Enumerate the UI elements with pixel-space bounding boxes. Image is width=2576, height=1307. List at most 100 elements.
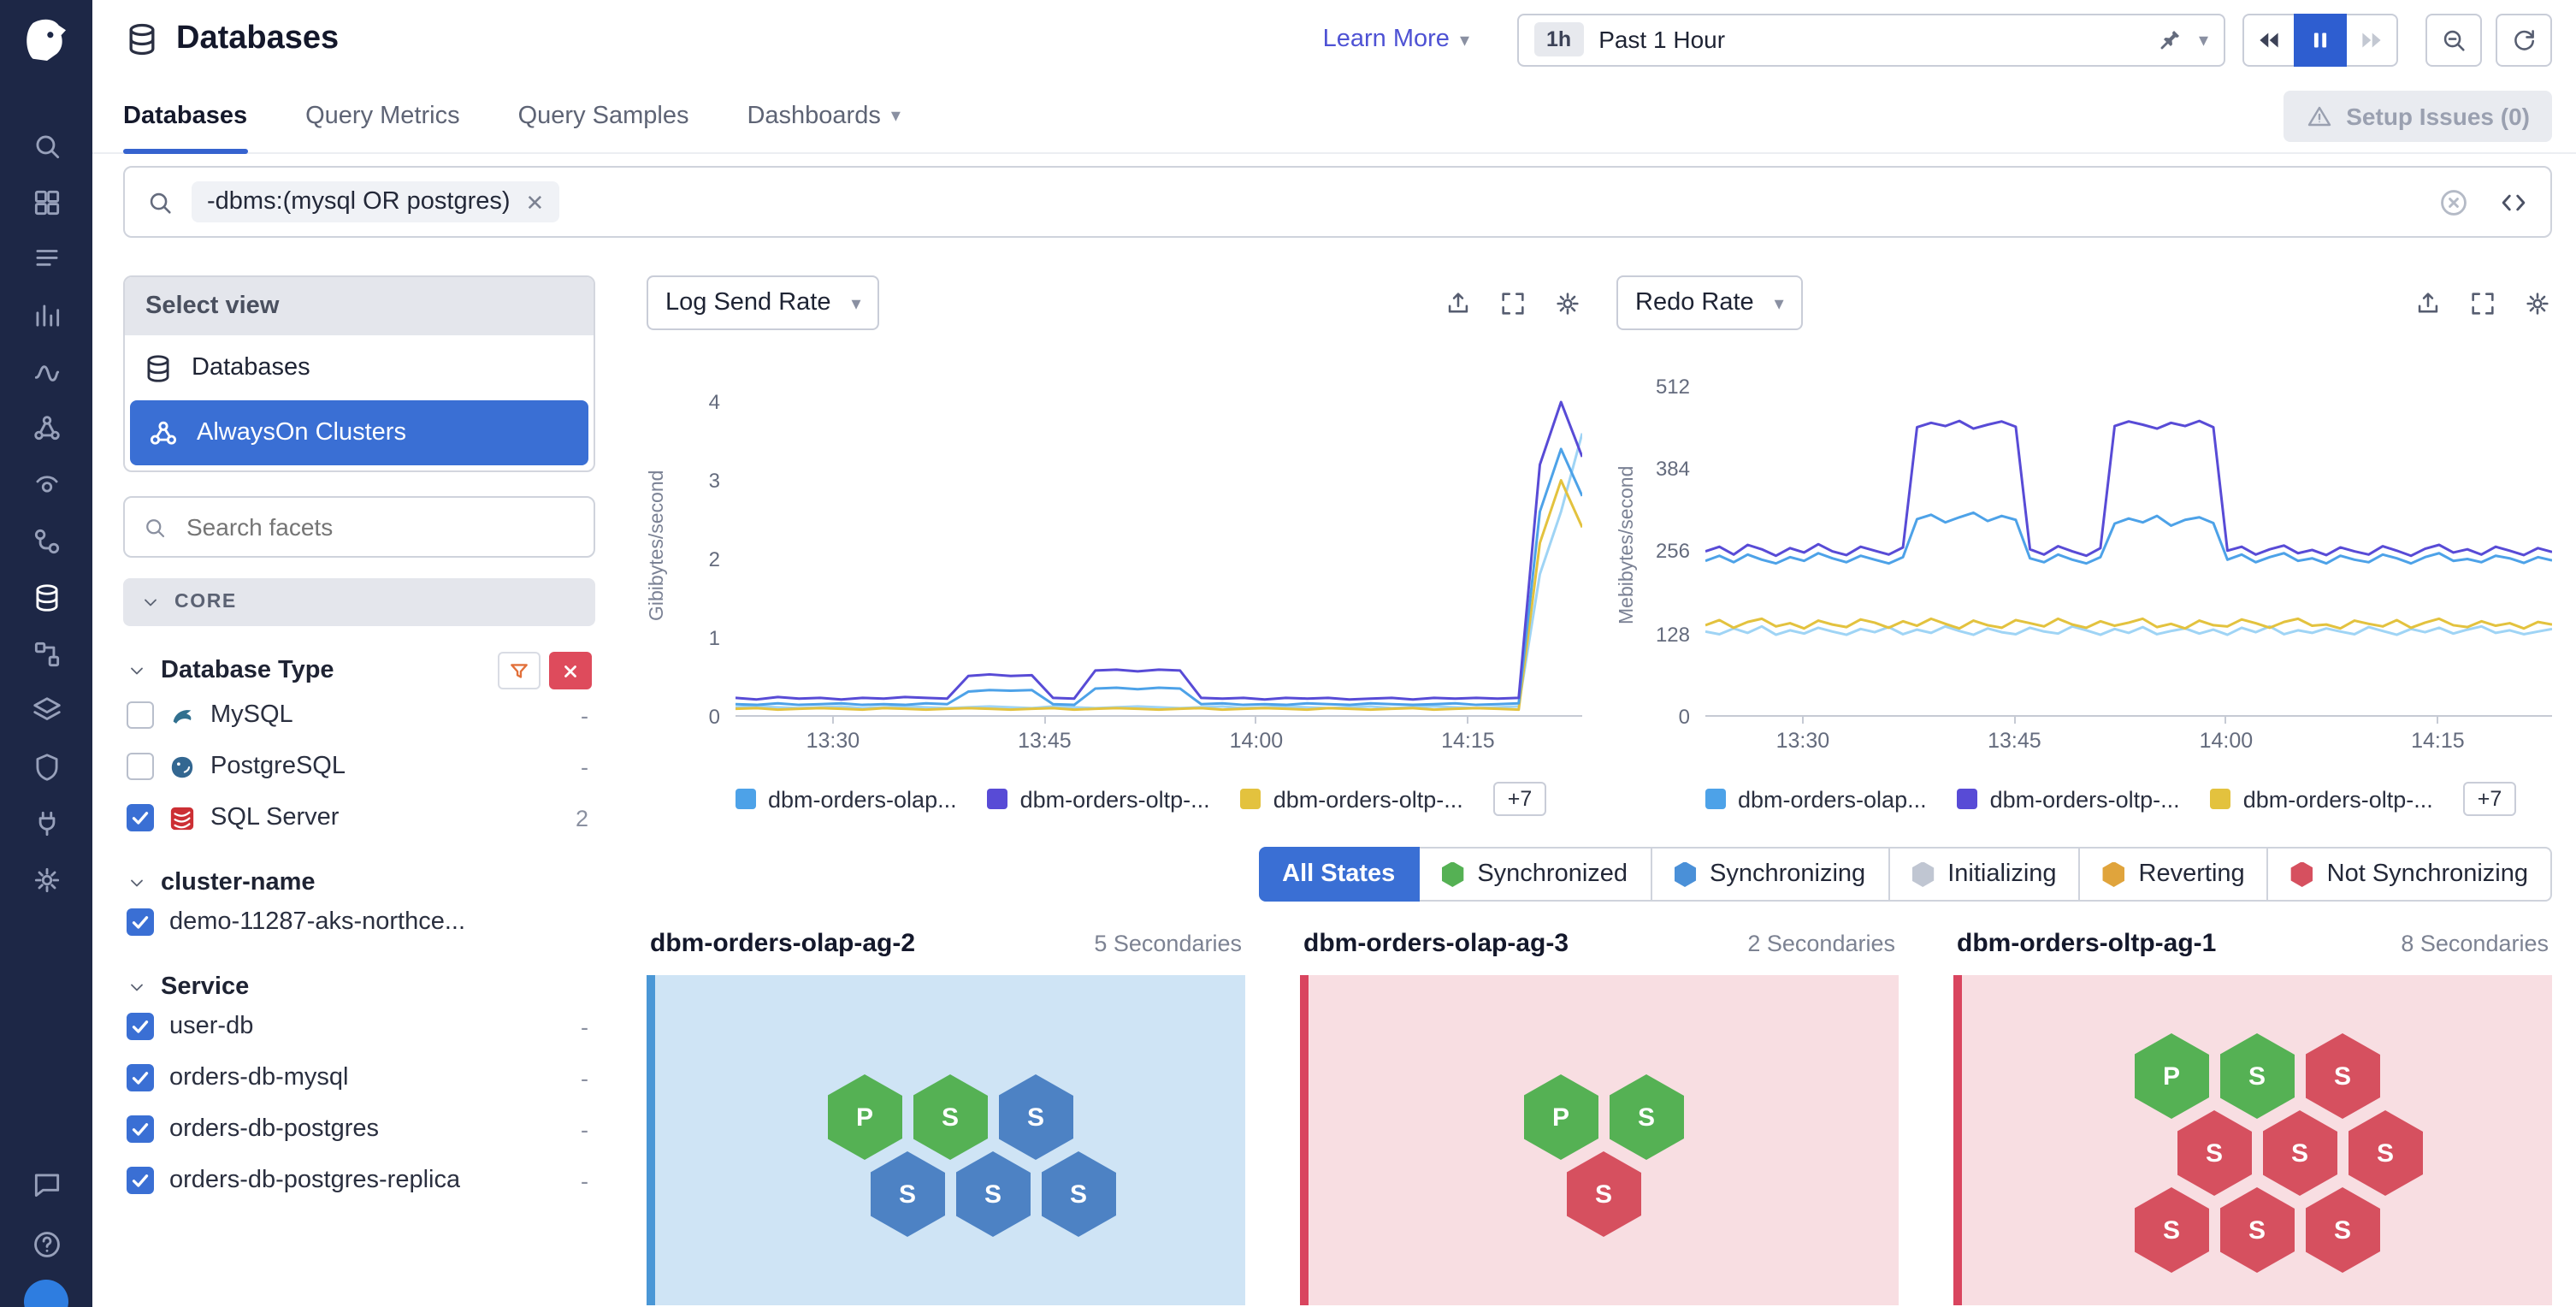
secondary-replica-hexagon[interactable]: S [2219,1187,2295,1273]
secondary-replica-hexagon[interactable]: S [2134,1187,2209,1273]
chat-icon[interactable] [21,1160,72,1208]
facet-item-sql-server[interactable]: SQL Server2 [123,792,595,843]
legend-overflow-badge[interactable]: +7 [1494,782,1546,816]
settings-icon[interactable] [21,855,72,903]
facet-item-orders-db-postgres-replica[interactable]: orders-db-postgres-replica- [123,1155,595,1206]
tab-query-metrics[interactable]: Query Metrics [305,79,460,152]
state-filter-not-synchronizing[interactable]: Not Synchronizing [2267,847,2552,902]
watchdog-icon[interactable] [21,460,72,508]
pin-icon[interactable] [2156,25,2185,54]
metrics-icon[interactable] [21,291,72,339]
checkbox[interactable] [127,753,154,780]
facet-item-postgresql[interactable]: PostgreSQL- [123,741,595,792]
cluster-card-dbm-orders-oltp-ag-1[interactable]: dbm-orders-oltp-ag-18 SecondariesPSSSSSS… [1953,929,2552,1305]
secondary-replica-hexagon[interactable]: S [870,1151,945,1237]
state-filter-synchronized[interactable]: Synchronized [1417,847,1651,902]
security-icon[interactable] [21,742,72,790]
help-icon[interactable] [21,1220,72,1268]
logs-icon[interactable] [21,234,72,282]
legend-item[interactable]: dbm-orders-oltp-... [1958,786,2180,812]
code-view-icon[interactable] [2497,186,2530,218]
gear-icon[interactable] [2523,288,2552,317]
network-icon[interactable] [21,630,72,677]
primary-replica-hexagon[interactable]: P [827,1074,902,1160]
tab-query-samples[interactable]: Query Samples [518,79,689,152]
ci-cd-icon[interactable] [21,517,72,565]
facet-item-demo-11287-aks-northce[interactable]: demo-11287-aks-northce... [123,896,595,948]
secondary-replica-hexagon[interactable]: S [2305,1187,2380,1273]
expand-icon[interactable] [2468,288,2497,317]
pause-button[interactable] [2294,13,2347,66]
view-option-alwayson-clusters[interactable]: AlwaysOn Clusters [130,400,588,465]
plot-area[interactable]: 13:3013:4514:0014:15 [1705,375,2552,717]
plot-area[interactable]: 13:3013:4514:0014:15 [736,375,1582,717]
secondary-replica-hexagon[interactable]: S [2177,1110,2252,1196]
secondary-replica-hexagon[interactable]: S [2219,1033,2295,1119]
checkbox[interactable] [127,908,154,936]
core-section-header[interactable]: CORE [123,578,595,626]
facet-clear-button[interactable] [549,652,592,689]
gear-icon[interactable] [1553,288,1582,317]
checkbox[interactable] [127,1064,154,1091]
facet-item-orders-db-mysql[interactable]: orders-db-mysql- [123,1052,595,1103]
view-option-databases[interactable]: Databases [125,335,594,400]
export-icon[interactable] [2414,288,2443,317]
facet-group-header[interactable]: cluster-name [123,869,595,896]
primary-replica-hexagon[interactable]: P [2134,1033,2209,1119]
secondary-replica-hexagon[interactable]: S [913,1074,988,1160]
tab-databases[interactable]: Databases [123,79,247,152]
secondary-replica-hexagon[interactable]: S [1609,1074,1684,1160]
software-catalog-icon[interactable] [21,686,72,734]
service-map-icon[interactable] [21,404,72,452]
legend-item[interactable]: dbm-orders-oltp-... [2211,786,2433,812]
primary-replica-hexagon[interactable]: P [1523,1074,1598,1160]
secondary-replica-hexagon[interactable]: S [998,1074,1073,1160]
remove-filter-icon[interactable]: ✕ [526,191,545,213]
cluster-card-dbm-orders-olap-ag-2[interactable]: dbm-orders-olap-ag-25 SecondariesPSSSSS [647,929,1245,1305]
facet-item-mysql[interactable]: MySQL- [123,689,595,741]
zoom-out-button[interactable] [2425,13,2482,66]
facet-group-header[interactable]: Database Type [123,652,595,689]
metric-select-log-send-rate[interactable]: Log Send Rate▾ [647,275,880,330]
facet-item-user-db[interactable]: user-db- [123,1001,595,1052]
secondary-replica-hexagon[interactable]: S [2348,1110,2423,1196]
apm-icon[interactable] [21,347,72,395]
checkbox[interactable] [127,701,154,729]
facet-item-orders-db-postgres[interactable]: orders-db-postgres- [123,1103,595,1155]
checkbox[interactable] [127,1115,154,1143]
infrastructure-icon[interactable] [21,178,72,226]
legend-item[interactable]: dbm-orders-olap... [1705,786,1927,812]
state-filter-reverting[interactable]: Reverting [2079,847,2269,902]
secondary-replica-hexagon[interactable]: S [1041,1151,1116,1237]
databases-icon[interactable] [21,573,72,621]
legend-item[interactable]: dbm-orders-olap... [736,786,957,812]
secondary-replica-hexagon[interactable]: S [1566,1151,1641,1237]
user-avatar[interactable] [24,1280,68,1307]
metric-select-redo-rate[interactable]: Redo Rate▾ [1616,275,1803,330]
datadog-logo-icon[interactable] [18,14,74,70]
legend-item[interactable]: dbm-orders-oltp-... [988,786,1210,812]
secondary-replica-hexagon[interactable]: S [955,1151,1031,1237]
chevron-down-icon[interactable]: ▾ [2199,28,2208,50]
facet-search[interactable] [123,496,595,558]
tab-dashboards[interactable]: Dashboards▾ [747,79,900,152]
facet-group-header[interactable]: Service [123,973,595,1001]
clear-search-icon[interactable] [2437,186,2470,218]
legend-overflow-badge[interactable]: +7 [2464,782,2516,816]
checkbox[interactable] [127,804,154,831]
checkbox[interactable] [127,1167,154,1194]
setup-issues-button[interactable]: Setup Issues (0) [2283,90,2552,141]
legend-item[interactable]: dbm-orders-oltp-... [1241,786,1463,812]
integrations-icon[interactable] [21,799,72,847]
skip-forward-button[interactable] [2345,13,2398,66]
cluster-card-dbm-orders-olap-ag-3[interactable]: dbm-orders-olap-ag-32 SecondariesPSS [1300,929,1899,1305]
state-filter-synchronizing[interactable]: Synchronizing [1650,847,1889,902]
facet-filter-button[interactable] [498,652,541,689]
state-filter-all-states[interactable]: All States [1258,847,1419,902]
expand-icon[interactable] [1498,288,1527,317]
checkbox[interactable] [127,1013,154,1040]
secondary-replica-hexagon[interactable]: S [2262,1110,2337,1196]
state-filter-initializing[interactable]: Initializing [1888,847,2080,902]
refresh-button[interactable] [2496,13,2552,66]
time-range-picker[interactable]: 1h Past 1 Hour ▾ [1517,13,2225,66]
